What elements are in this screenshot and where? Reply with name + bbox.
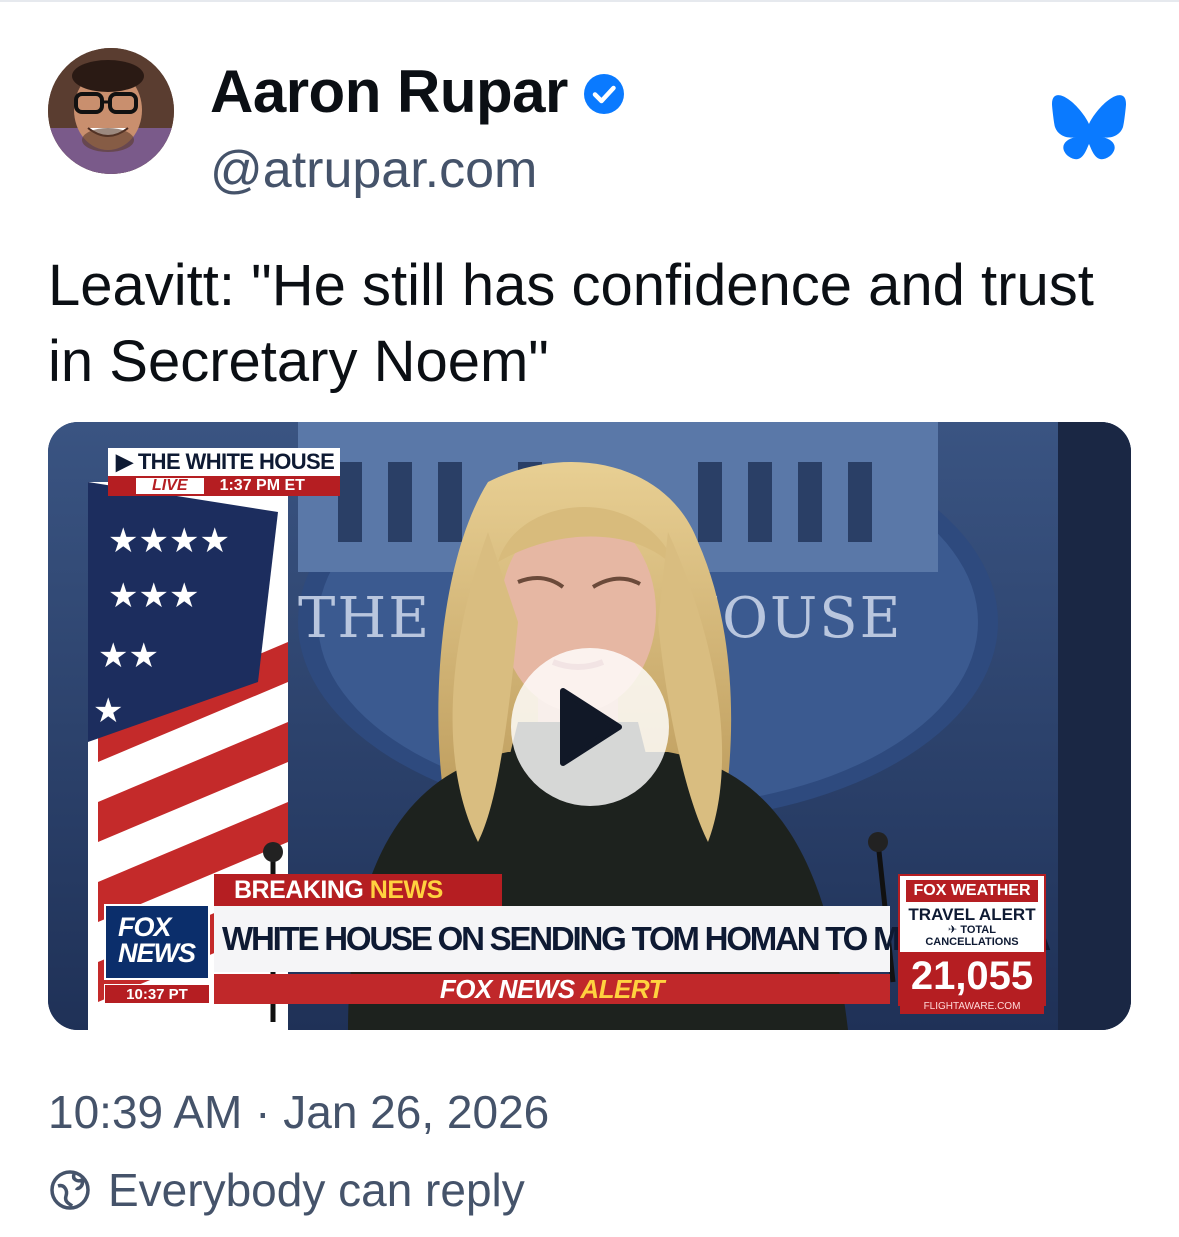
weather-subtitle: ✈ TOTAL CANCELLATIONS (925, 924, 1019, 948)
weather-source: FLIGHTAWARE.COM (900, 1000, 1044, 1014)
news-alert-bar: FOX NEWS ALERT (214, 974, 890, 1004)
live-badge: LIVE (136, 478, 204, 494)
post-timestamp[interactable]: 10:39 AM · Jan 26, 2026 (48, 1084, 549, 1140)
top-divider (0, 0, 1179, 2)
video-player[interactable]: ★★★★ ★★★ ★★ ★ THE W IOUSE ▶ THE WHITE HO… (48, 422, 1131, 1030)
post-text: Leavitt: "He still has confidence and tr… (48, 253, 1094, 394)
live-bar: LIVE 1:37 PM ET (108, 476, 340, 496)
svg-text:★★★: ★★★ (108, 576, 199, 616)
svg-text:★★★★: ★★★★ (108, 521, 230, 561)
live-time: 1:37 PM ET (219, 477, 305, 494)
weather-count: 21,055 (900, 952, 1044, 1000)
svg-text:★★: ★★ (98, 636, 159, 676)
weather-brand: FOX WEATHER (906, 880, 1038, 902)
reply-setting-text: Everybody can reply (108, 1164, 525, 1216)
author-name-row: Aaron Rupar (210, 56, 624, 128)
bluesky-butterfly-icon[interactable] (1052, 94, 1126, 160)
author-handle[interactable]: @atrupar.com (210, 140, 537, 200)
breaking-news-label: NEWS (369, 876, 444, 904)
network-time: 10:37 PT (104, 984, 210, 1004)
play-icon (560, 688, 622, 766)
weather-subtitle-text: TOTAL CANCELLATIONS (925, 924, 1019, 948)
fox-news-logo: FOX NEWS (104, 904, 210, 980)
location-text: THE WHITE HOUSE (137, 449, 335, 474)
author-avatar[interactable] (48, 48, 174, 174)
alert-label: ALERT (580, 974, 665, 1004)
breaking-news-tag: BREAKING NEWS (214, 874, 502, 906)
svg-text:★: ★ (93, 691, 123, 731)
reply-setting: Everybody can reply (48, 1162, 525, 1218)
verified-badge-icon (583, 74, 624, 114)
chyron-headline: WHITE HOUSE ON SENDING TOM HOMAN TO MINN… (214, 906, 1051, 972)
breaking-label: BREAKING (234, 876, 364, 904)
svg-text:IOUSE: IOUSE (698, 586, 902, 651)
alert-brand: FOX NEWS (439, 974, 575, 1004)
location-bug: ▶ THE WHITE HOUSE LIVE 1:37 PM ET (108, 448, 340, 498)
author-display-name[interactable]: Aaron Rupar (210, 56, 568, 128)
avatar-image (48, 48, 174, 174)
location-label: ▶ THE WHITE HOUSE (108, 448, 340, 476)
network-name: FOX NEWS (118, 912, 196, 968)
reply-permission-icon (50, 1170, 90, 1210)
weather-alert-box: FOX WEATHER TRAVEL ALERT ✈ TOTAL CANCELL… (898, 874, 1046, 1014)
play-button[interactable] (511, 648, 669, 806)
weather-title: TRAVEL ALERT (908, 905, 1036, 924)
